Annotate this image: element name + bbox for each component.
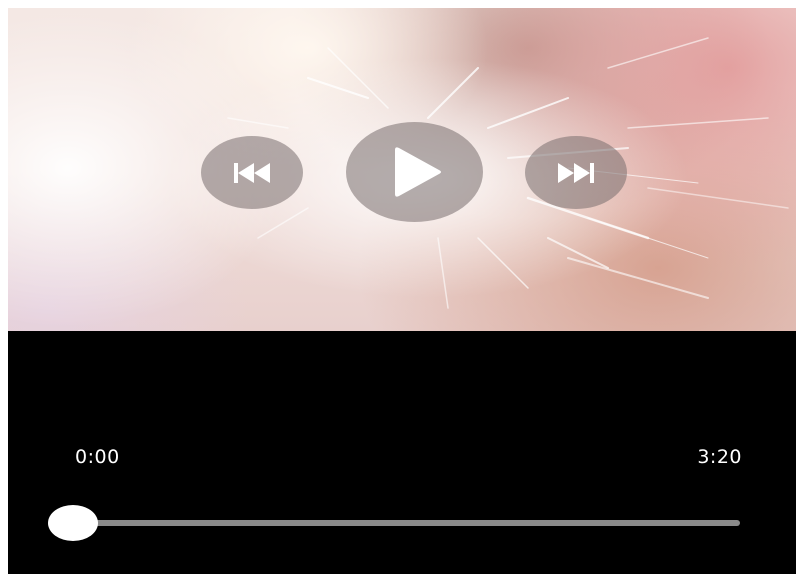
- total-duration: 3:20: [697, 446, 742, 468]
- skip-next-icon: [558, 162, 594, 183]
- play-icon: [394, 147, 441, 197]
- seek-bar[interactable]: [72, 520, 740, 526]
- skip-previous-button[interactable]: [201, 136, 303, 209]
- video-frame[interactable]: [8, 8, 796, 331]
- skip-next-button[interactable]: [525, 136, 627, 209]
- media-player: 0:00 3:20: [0, 0, 804, 574]
- playback-panel: 0:00 3:20: [8, 331, 796, 574]
- seek-thumb[interactable]: [48, 505, 98, 541]
- skip-previous-icon: [234, 162, 270, 183]
- play-button[interactable]: [346, 122, 483, 222]
- elapsed-time: 0:00: [75, 446, 120, 468]
